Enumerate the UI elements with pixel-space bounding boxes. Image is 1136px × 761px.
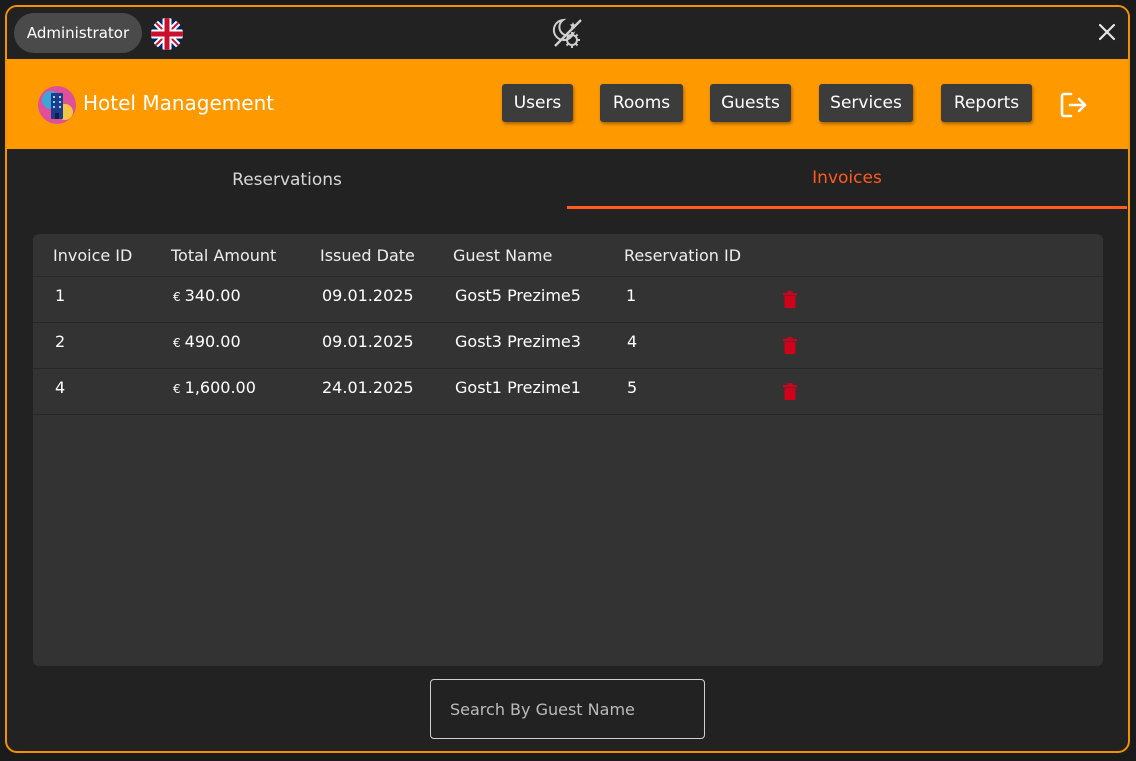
guest-search-input[interactable] (430, 679, 705, 739)
cell-reservation-id: 1 (626, 286, 637, 305)
column-header-reservation-id[interactable]: Reservation ID (624, 246, 741, 265)
app-window: Administrator Hotel Management Users Roo… (5, 5, 1130, 753)
column-header-guest-name[interactable]: Guest Name (453, 246, 552, 265)
close-icon[interactable] (1096, 21, 1118, 43)
nav-guests-button[interactable]: Guests (710, 84, 791, 122)
table-row[interactable]: 4 €1,600.00 24.01.2025 Gost1 Prezime1 5 (33, 369, 1103, 415)
cell-invoice-id: 2 (55, 332, 66, 351)
trash-icon[interactable] (783, 291, 797, 308)
invoices-table: Invoice ID Total Amount Issued Date Gues… (33, 234, 1103, 666)
table-row[interactable]: 2 €490.00 09.01.2025 Gost3 Prezime3 4 (33, 323, 1103, 369)
uk-flag-icon[interactable] (151, 18, 183, 50)
amount-value: 340.00 (184, 286, 241, 305)
column-header-total-amount[interactable]: Total Amount (171, 246, 276, 265)
title-bar: Administrator (7, 7, 1128, 59)
logout-icon[interactable] (1060, 92, 1088, 118)
nav-reports-button[interactable]: Reports (941, 84, 1032, 122)
tab-invoices[interactable]: Invoices (567, 149, 1127, 209)
currency-symbol: € (173, 336, 181, 350)
column-header-issued-date[interactable]: Issued Date (320, 246, 415, 265)
column-header-invoice-id[interactable]: Invoice ID (53, 246, 132, 265)
currency-symbol: € (173, 382, 181, 396)
cell-guest-name: Gost3 Prezime3 (455, 332, 581, 351)
theme-toggle-icon[interactable] (551, 16, 585, 50)
cell-total-amount: €490.00 (173, 332, 241, 351)
table-header: Invoice ID Total Amount Issued Date Gues… (33, 234, 1103, 277)
cell-invoice-id: 1 (55, 286, 66, 305)
cell-total-amount: €340.00 (173, 286, 241, 305)
cell-reservation-id: 4 (627, 332, 638, 351)
cell-invoice-id: 4 (55, 378, 66, 397)
table-row[interactable]: 1 €340.00 09.01.2025 Gost5 Prezime5 1 (33, 277, 1103, 323)
app-title: Hotel Management (83, 91, 275, 115)
cell-reservation-id: 5 (627, 378, 638, 397)
app-header: Hotel Management Users Rooms Guests Serv… (7, 59, 1128, 149)
cell-issued-date: 24.01.2025 (322, 378, 414, 397)
cell-guest-name: Gost1 Prezime1 (455, 378, 581, 397)
nav-services-button[interactable]: Services (819, 84, 913, 122)
amount-value: 1,600.00 (184, 378, 256, 397)
trash-icon[interactable] (783, 337, 797, 354)
user-role-label: Administrator (26, 24, 130, 42)
tab-reservations[interactable]: Reservations (7, 149, 567, 211)
cell-issued-date: 09.01.2025 (322, 286, 414, 305)
cell-issued-date: 09.01.2025 (322, 332, 414, 351)
nav-rooms-button[interactable]: Rooms (600, 84, 683, 122)
tab-bar: Reservations Invoices (7, 149, 1128, 211)
nav-users-button[interactable]: Users (502, 84, 573, 122)
currency-symbol: € (173, 290, 181, 304)
hotel-logo-icon (38, 86, 76, 124)
cell-guest-name: Gost5 Prezime5 (455, 286, 581, 305)
trash-icon[interactable] (783, 383, 797, 400)
cell-total-amount: €1,600.00 (173, 378, 256, 397)
amount-value: 490.00 (184, 332, 241, 351)
user-role-badge[interactable]: Administrator (14, 13, 142, 53)
